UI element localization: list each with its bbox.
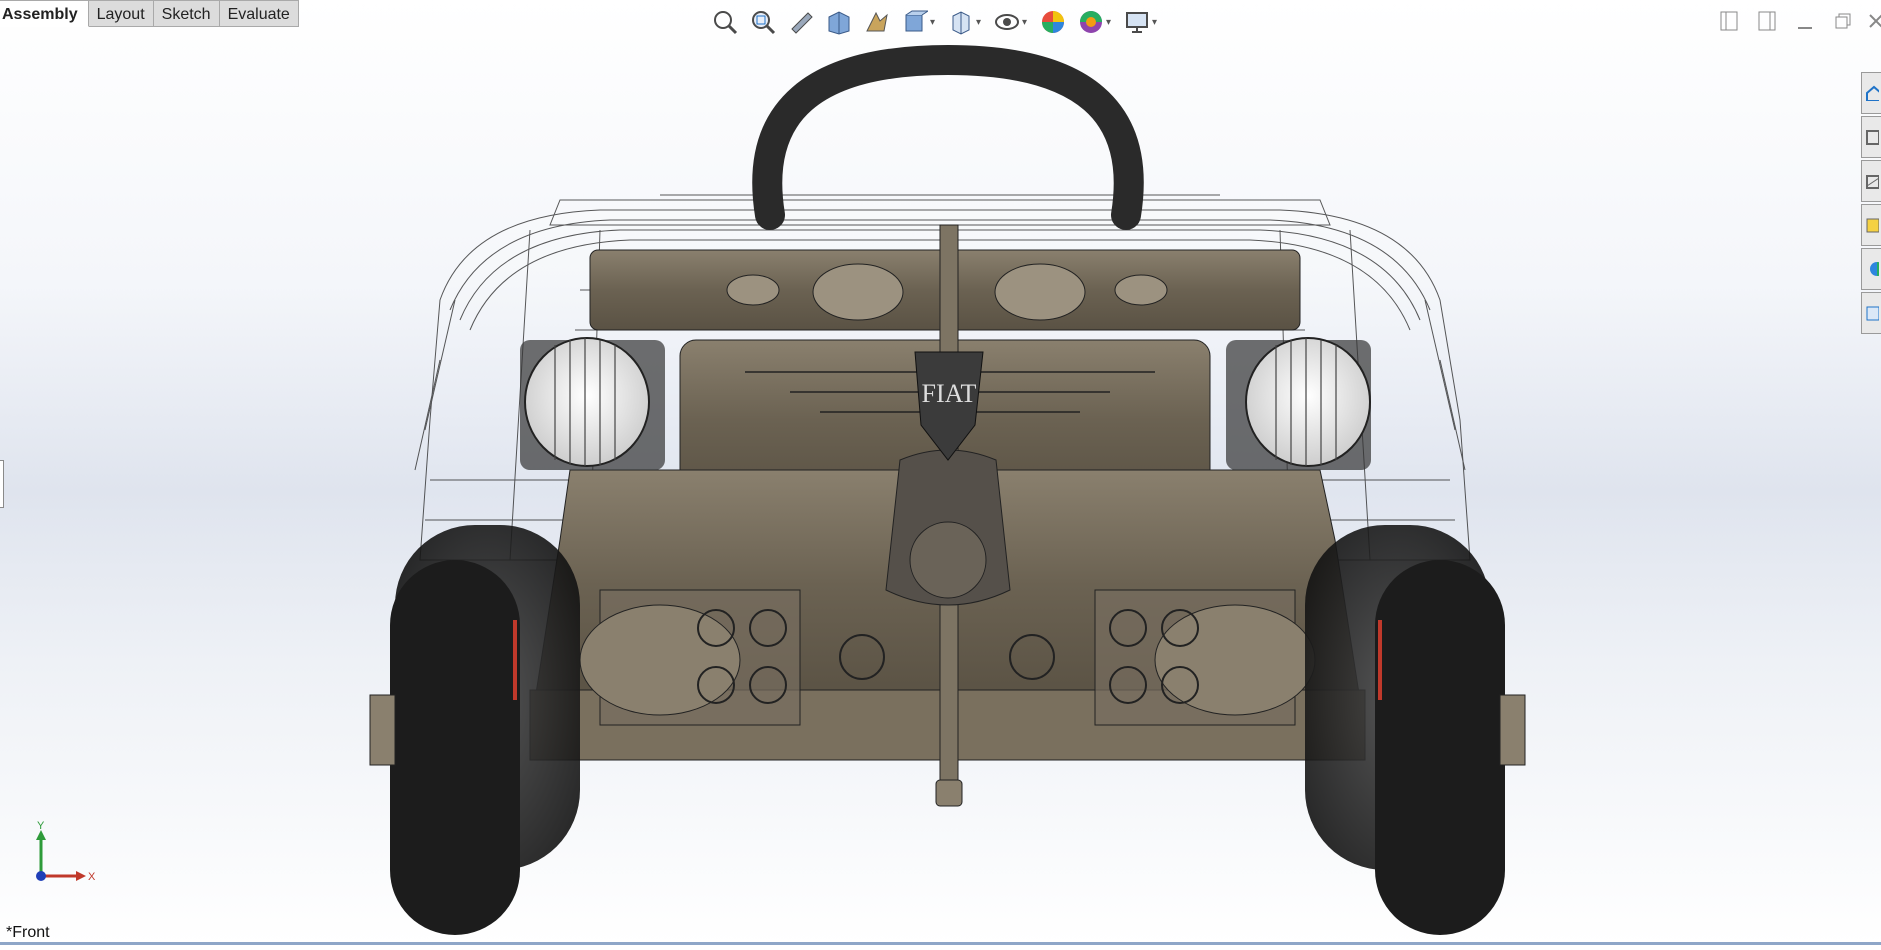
reference-triad: Y X bbox=[36, 820, 96, 883]
tile-left-icon[interactable] bbox=[1715, 6, 1743, 36]
view-settings-icon[interactable] bbox=[1120, 5, 1154, 39]
tab-evaluate[interactable]: Evaluate bbox=[219, 0, 299, 27]
restore-icon[interactable] bbox=[1829, 6, 1857, 36]
view-orientation-icon[interactable] bbox=[898, 5, 932, 39]
zoom-to-area-icon[interactable] bbox=[746, 5, 780, 39]
triad-x-label: X bbox=[88, 871, 96, 883]
steering-wheel bbox=[752, 44, 1144, 230]
apply-scene-icon[interactable] bbox=[1074, 5, 1108, 39]
tile-right-icon[interactable] bbox=[1753, 6, 1781, 36]
zoom-to-fit-icon[interactable] bbox=[708, 5, 742, 39]
command-manager-tabs: Assembly Layout Sketch Evaluate bbox=[0, 0, 299, 28]
previous-view-icon[interactable] bbox=[784, 5, 818, 39]
car-model[interactable]: FIAT bbox=[0, 0, 1881, 945]
dynamic-annotation-views-icon[interactable] bbox=[860, 5, 894, 39]
feature-tree-collapse-handle[interactable] bbox=[0, 460, 4, 508]
task-pane-tabs bbox=[1861, 72, 1881, 336]
view-palette-icon[interactable] bbox=[1861, 204, 1881, 246]
tab-sketch[interactable]: Sketch bbox=[153, 0, 220, 27]
heads-up-view-toolbar: ▾ ▾ ▾ ▾ ▾ bbox=[708, 4, 1162, 40]
badge-text: FIAT bbox=[922, 379, 977, 408]
triad-y-label: Y bbox=[37, 820, 45, 832]
display-style-icon[interactable] bbox=[944, 5, 978, 39]
hide-show-items-icon[interactable] bbox=[990, 5, 1024, 39]
graphics-area[interactable]: FIAT bbox=[0, 0, 1881, 945]
file-explorer-icon[interactable] bbox=[1861, 160, 1881, 202]
edit-appearance-icon[interactable] bbox=[1036, 5, 1070, 39]
resources-icon[interactable] bbox=[1861, 72, 1881, 114]
minimize-icon[interactable] bbox=[1791, 6, 1819, 36]
tab-layout[interactable]: Layout bbox=[88, 0, 154, 27]
window-controls bbox=[1715, 6, 1881, 36]
design-library-icon[interactable] bbox=[1861, 116, 1881, 158]
section-view-icon[interactable] bbox=[822, 5, 856, 39]
close-icon[interactable] bbox=[1867, 6, 1881, 36]
custom-properties-icon[interactable] bbox=[1861, 292, 1881, 334]
view-orientation-label: *Front bbox=[6, 924, 50, 941]
tab-assembly[interactable]: Assembly bbox=[0, 0, 89, 27]
appearances-icon[interactable] bbox=[1861, 248, 1881, 290]
